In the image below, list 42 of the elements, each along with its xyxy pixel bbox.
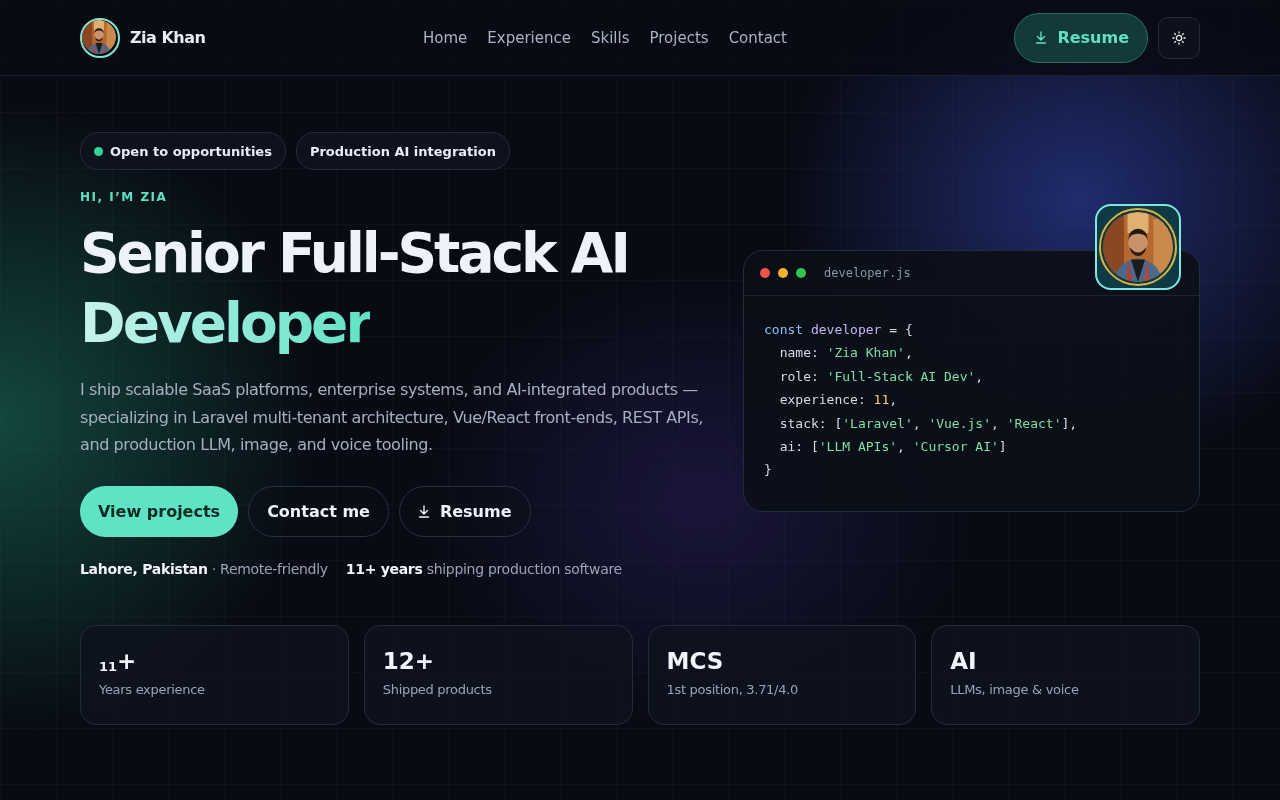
code-line: } bbox=[764, 461, 773, 480]
view-projects-button[interactable]: View projects bbox=[80, 485, 239, 537]
code-line: stack: ['Laravel', 'Vue.js', 'React'], bbox=[778, 414, 1079, 433]
download-icon bbox=[1035, 31, 1048, 44]
contact-button[interactable]: Contact me bbox=[248, 485, 389, 537]
eyebrow-text: HI, I’M ZIA bbox=[80, 190, 169, 204]
nav-link[interactable]: Home bbox=[423, 28, 468, 47]
window-dot bbox=[796, 268, 806, 278]
sun-icon bbox=[1172, 30, 1186, 45]
code-line: const developer = { bbox=[764, 321, 914, 339]
stat-value: MCS bbox=[666, 647, 725, 674]
window-dot bbox=[778, 268, 788, 278]
window-dot bbox=[760, 268, 770, 278]
stat-label: 1st position, 3.71/4.0 bbox=[666, 681, 799, 697]
theme-toggle-button[interactable] bbox=[1158, 16, 1200, 59]
resume-button[interactable]: Resume bbox=[398, 485, 531, 537]
avatar[interactable] bbox=[80, 17, 120, 58]
badge: Production AI integration bbox=[295, 132, 510, 170]
file-name: developer.js bbox=[824, 266, 911, 280]
stat-value: 12+ bbox=[382, 647, 436, 674]
headline: Senior Full-Stack AI bbox=[80, 220, 628, 287]
nav-link[interactable]: Contact bbox=[728, 28, 787, 47]
meta-text: 11+ years shipping production software bbox=[345, 560, 622, 577]
stat-label: LLMs, image & voice bbox=[950, 681, 1080, 697]
code-line: role: 'Full-Stack AI Dev', bbox=[778, 367, 985, 386]
download-icon bbox=[417, 504, 430, 518]
meta-text: Lahore, Pakistan · Remote-friendly bbox=[80, 560, 328, 577]
nav-link[interactable]: Skills bbox=[590, 28, 630, 47]
stat-label: Shipped products bbox=[382, 681, 493, 697]
stat-value: AI bbox=[950, 647, 978, 674]
code-line: ai: ['LLM APIs', 'Cursor AI'] bbox=[778, 438, 1008, 457]
code-line: experience: 11, bbox=[778, 391, 899, 410]
nav-link[interactable]: Projects bbox=[649, 28, 709, 47]
stat-label: Years experience bbox=[99, 681, 206, 697]
intro-paragraph: I ship scalable SaaS platforms, enterprise systems, and AI-integrated products — specializing in Laravel multi-tenant architecture, Vue/React front-ends, REST APIs, and production LLM, image, and voice tooling. bbox=[80, 379, 705, 456]
brand-name[interactable]: Zia Khan bbox=[130, 28, 206, 47]
badge: Open to opportunities bbox=[80, 132, 286, 170]
resume-button[interactable]: Resume bbox=[1014, 12, 1148, 63]
nav-link[interactable]: Experience bbox=[487, 28, 571, 47]
code-line: name: 'Zia Khan', bbox=[778, 344, 914, 363]
status-dot bbox=[94, 146, 103, 156]
stat-value: $_{11}$+ bbox=[99, 647, 138, 674]
